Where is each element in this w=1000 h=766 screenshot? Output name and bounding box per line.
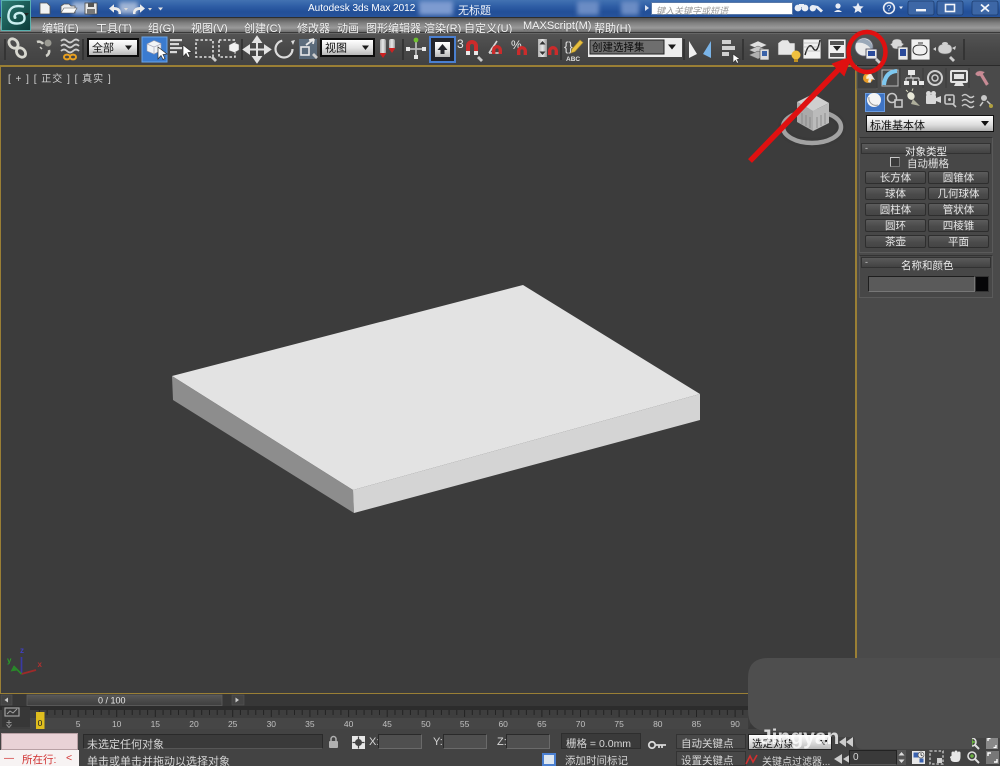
svg-text:0: 0: [38, 718, 43, 728]
svg-text:全部: 全部: [92, 41, 114, 55]
svg-text:45: 45: [382, 719, 392, 729]
svg-text:20: 20: [189, 719, 199, 729]
svg-text:35: 35: [305, 719, 315, 729]
svg-text:3: 3: [457, 37, 464, 51]
svg-text:70: 70: [576, 719, 586, 729]
svg-text:85: 85: [692, 719, 702, 729]
svg-text:0 / 100: 0 / 100: [98, 696, 126, 706]
svg-text:y: y: [7, 656, 12, 665]
svg-text:视图: 视图: [325, 41, 347, 55]
svg-text:55: 55: [460, 719, 470, 729]
svg-text:z: z: [20, 646, 24, 655]
svg-text:90: 90: [730, 719, 740, 729]
svg-text:5: 5: [76, 719, 81, 729]
svg-text:?: ?: [887, 3, 892, 13]
svg-text:创建选择集: 创建选择集: [592, 41, 645, 54]
svg-text:x: x: [38, 660, 43, 669]
svg-text:65: 65: [537, 719, 547, 729]
svg-text:40: 40: [344, 719, 354, 729]
svg-text:ABC: ABC: [566, 56, 580, 63]
svg-text:80: 80: [653, 719, 663, 729]
svg-text:50: 50: [421, 719, 431, 729]
svg-text:15: 15: [151, 719, 161, 729]
svg-text:30: 30: [267, 719, 277, 729]
svg-text:60: 60: [498, 719, 508, 729]
svg-text:10: 10: [112, 719, 122, 729]
svg-text:25: 25: [228, 719, 238, 729]
svg-text:75: 75: [614, 719, 624, 729]
